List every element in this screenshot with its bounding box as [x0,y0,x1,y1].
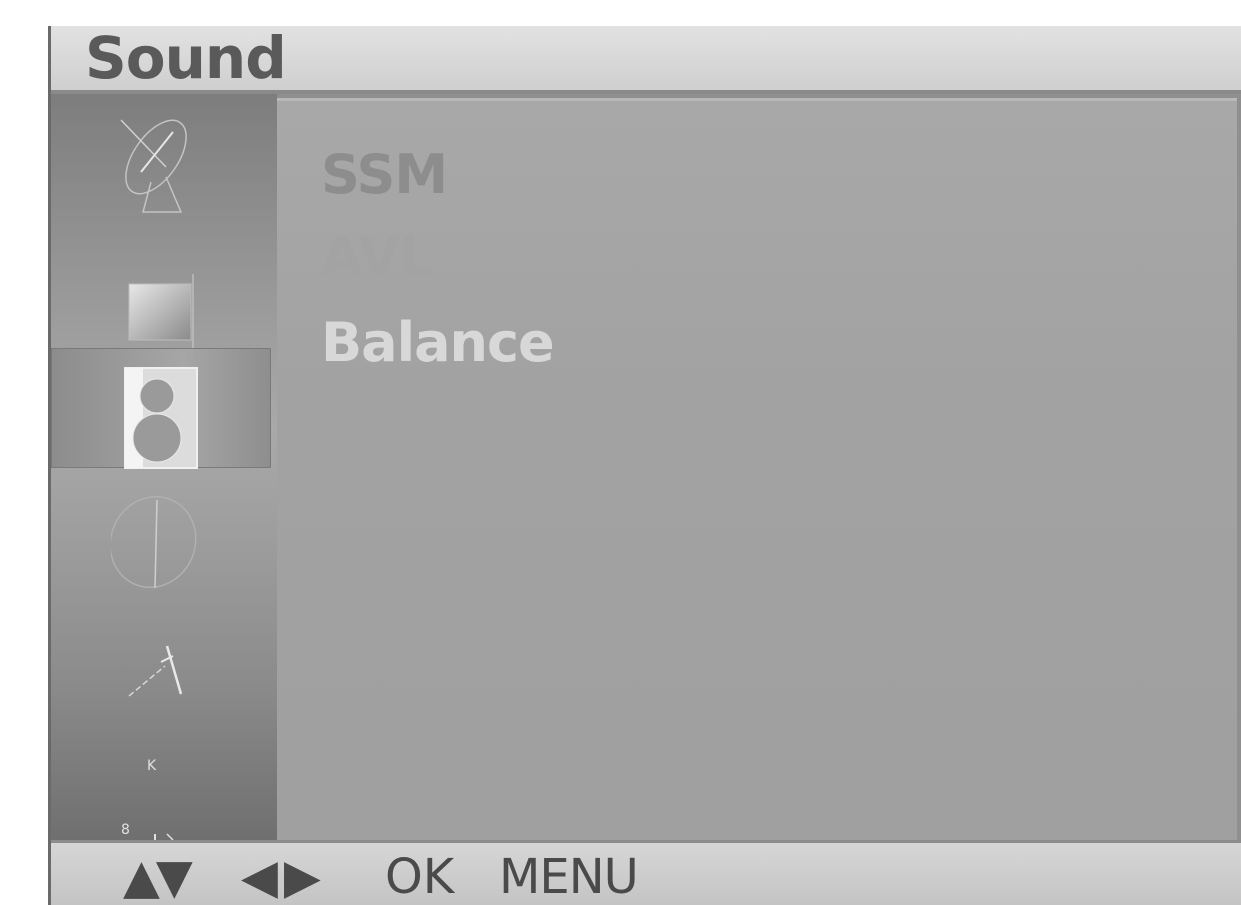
svg-text:K: K [147,758,157,774]
sidebar-item-station[interactable] [51,102,271,222]
sidebar-item-screen[interactable]: K 8 [51,720,271,848]
menu-key-hint: MENU [499,849,639,905]
menu-title: Sound [85,26,287,92]
sidebar-item-sound[interactable] [51,348,271,469]
menu-item-avl[interactable]: AVL [321,225,433,288]
globe-icon [111,495,197,589]
title-bar: Sound [51,26,1241,94]
sidebar-item-picture[interactable] [51,234,271,354]
updown-arrows-hint: ▲▼ [123,849,193,905]
ok-key-hint: OK [385,849,455,905]
speaker-icon [124,367,198,469]
menu-item-balance[interactable]: Balance [321,311,555,374]
satellite-dish-icon [120,119,187,213]
menu-item-ssm[interactable]: SSM [321,143,448,206]
key-guide-bar: ▲▼ ◀▶ OK MENU [51,840,1241,905]
leftright-arrows-hint: ◀▶ [241,849,327,905]
menu-content-panel: SSM AVL Balance [277,98,1237,840]
sidebar-item-special[interactable] [51,606,271,726]
picture-icon [128,274,194,348]
sidebar-item-time[interactable] [51,482,271,602]
svg-text:8: 8 [121,822,130,838]
tools-icon [128,645,183,697]
osd-menu-window: Sound K 8 SSM AVL Balance ▲▼ ◀▶ OK MENU [48,26,1241,905]
timer-icon: K 8 [121,758,174,848]
menu-sidebar: K 8 [51,94,277,848]
